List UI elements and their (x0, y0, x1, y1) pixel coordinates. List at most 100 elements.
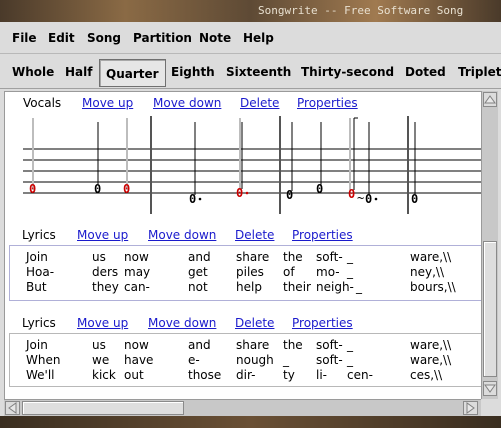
lyric-syllable: soft- (316, 338, 343, 352)
lyric-syllable: When (26, 353, 61, 367)
lyrics-1-properties-link[interactable]: Properties (292, 228, 353, 242)
menu-partition[interactable]: Partition (133, 31, 192, 45)
duration-toolbar: Whole Half Quarter Eighth Sixteenth Thir… (0, 55, 501, 89)
lyrics-2-move-down-link[interactable]: Move down (148, 316, 216, 330)
note-selected[interactable]: 0 (123, 182, 130, 196)
lyric-syllable: bours,\\ (410, 280, 456, 294)
scroll-right-button[interactable] (463, 401, 478, 415)
arrow-up-icon (484, 95, 496, 104)
lyric-syllable: Hoa- (26, 265, 55, 279)
lyrics-1-move-down-link[interactable]: Move down (148, 228, 216, 242)
lyric-syllable: get (188, 265, 208, 279)
vertical-scroll-thumb[interactable] (483, 241, 497, 377)
lyrics-2-label: Lyrics (22, 316, 56, 330)
lyrics-2-properties-link[interactable]: Properties (292, 316, 353, 330)
lyric-syllable: We'll (26, 368, 55, 382)
lyric-syllable: e- (188, 353, 200, 367)
note[interactable]: 0 (189, 192, 196, 206)
lyric-syllable: _ (347, 353, 353, 367)
lyric-syllable: Join (26, 250, 48, 264)
scroll-down-button[interactable] (483, 381, 497, 396)
menu-bar: File Edit Song Partition Note Help (0, 22, 501, 54)
duration-quarter-button[interactable]: Quarter (99, 59, 166, 87)
lyric-syllable: not (188, 280, 208, 294)
lyric-syllable: help (236, 280, 262, 294)
duration-whole-button[interactable]: Whole (12, 65, 54, 79)
lyrics-2-editor[interactable]: Join us now and share the soft- _ ware,\… (9, 333, 481, 387)
window-title: Songwrite -- Free Software Song (258, 4, 464, 17)
lyric-syllable: soft- (316, 353, 343, 367)
lyric-syllable: those (188, 368, 222, 382)
lyrics-1-delete-link[interactable]: Delete (235, 228, 274, 242)
lyric-syllable: _ (347, 250, 353, 264)
note[interactable]: 0 (94, 182, 101, 196)
menu-file[interactable]: File (12, 31, 37, 45)
duration-triplet-button[interactable]: Triplet (458, 65, 501, 79)
lyric-syllable: now (124, 338, 149, 352)
lyric-syllable: out (124, 368, 144, 382)
note[interactable]: 0 (411, 192, 418, 206)
duration-half-button[interactable]: Half (65, 65, 92, 79)
note[interactable]: 0 (286, 188, 293, 202)
lyric-syllable: ders (92, 265, 119, 279)
song-view[interactable]: Vocals Move up Move down Delete Properti… (4, 91, 481, 399)
lyrics-2-move-up-link[interactable]: Move up (77, 316, 128, 330)
lyric-syllable: we (92, 353, 110, 367)
desktop-background (0, 416, 501, 428)
lyric-syllable: and (188, 338, 211, 352)
vertical-scrollbar[interactable] (481, 91, 498, 399)
lyrics-1-label: Lyrics (22, 228, 56, 242)
lyric-syllable: now (124, 250, 149, 264)
arrow-down-icon (484, 384, 496, 393)
duration-eighth-button[interactable]: Eighth (171, 65, 215, 79)
lyric-syllable: ces,\\ (410, 368, 443, 382)
lyric-syllable: the (283, 250, 303, 264)
lyric-syllable: ware,\\ (410, 353, 452, 367)
vocals-staff[interactable]: 0 0 0 0 0 0 0 0 ~ 0 0 (5, 92, 481, 222)
lyric-syllable: But (26, 280, 47, 294)
duration-sixteenth-button[interactable]: Sixteenth (226, 65, 291, 79)
lyric-syllable: their (283, 280, 311, 294)
menu-help[interactable]: Help (243, 31, 274, 45)
lyric-syllable: _ (356, 280, 362, 294)
duration-thirty-second-button[interactable]: Thirty-second (301, 65, 394, 79)
lyric-syllable: soft- (316, 250, 343, 264)
menu-song[interactable]: Song (87, 31, 121, 45)
note[interactable]: 0 (316, 182, 323, 196)
lyrics-1-editor[interactable]: Join us now and share the soft- _ ware,\… (9, 245, 481, 301)
horizontal-scroll-thumb[interactable] (22, 401, 184, 415)
lyric-syllable: neigh- (316, 280, 354, 294)
scroll-up-button[interactable] (483, 92, 497, 107)
arrow-left-icon (8, 402, 17, 414)
lyric-syllable: us (92, 338, 106, 352)
note-selected[interactable]: 0 (29, 182, 36, 196)
title-bar: Songwrite -- Free Software Song (0, 0, 501, 22)
lyric-syllable: nough (236, 353, 274, 367)
lyric-syllable: can- (124, 280, 150, 294)
lyrics-2-delete-link[interactable]: Delete (235, 316, 274, 330)
note[interactable]: 0 (365, 192, 372, 206)
scroll-left-button[interactable] (5, 401, 20, 415)
menu-edit[interactable]: Edit (48, 31, 75, 45)
duration-doted-button[interactable]: Doted (405, 65, 446, 79)
lyric-syllable: have (124, 353, 154, 367)
lyric-syllable: ney,\\ (410, 265, 444, 279)
lyric-syllable: li- (316, 368, 327, 382)
lyrics-1-move-up-link[interactable]: Move up (77, 228, 128, 242)
lyric-syllable: _ (283, 353, 289, 367)
lyric-syllable: _ (347, 265, 353, 279)
note-selected[interactable]: 0 (236, 186, 243, 200)
lyric-syllable: dir- (236, 368, 256, 382)
lyric-syllable: ty (283, 368, 295, 382)
lyric-syllable: ware,\\ (410, 338, 452, 352)
lyric-syllable: they (92, 280, 119, 294)
horizontal-scrollbar[interactable] (4, 399, 481, 416)
lyric-syllable: Join (26, 338, 48, 352)
lyric-syllable: kick (92, 368, 116, 382)
menu-note[interactable]: Note (199, 31, 231, 45)
lyric-syllable: _ (347, 338, 353, 352)
note-selected[interactable]: 0 (348, 187, 355, 201)
lyric-syllable: us (92, 250, 106, 264)
svg-text:~: ~ (357, 191, 364, 205)
lyric-syllable: mo- (316, 265, 340, 279)
